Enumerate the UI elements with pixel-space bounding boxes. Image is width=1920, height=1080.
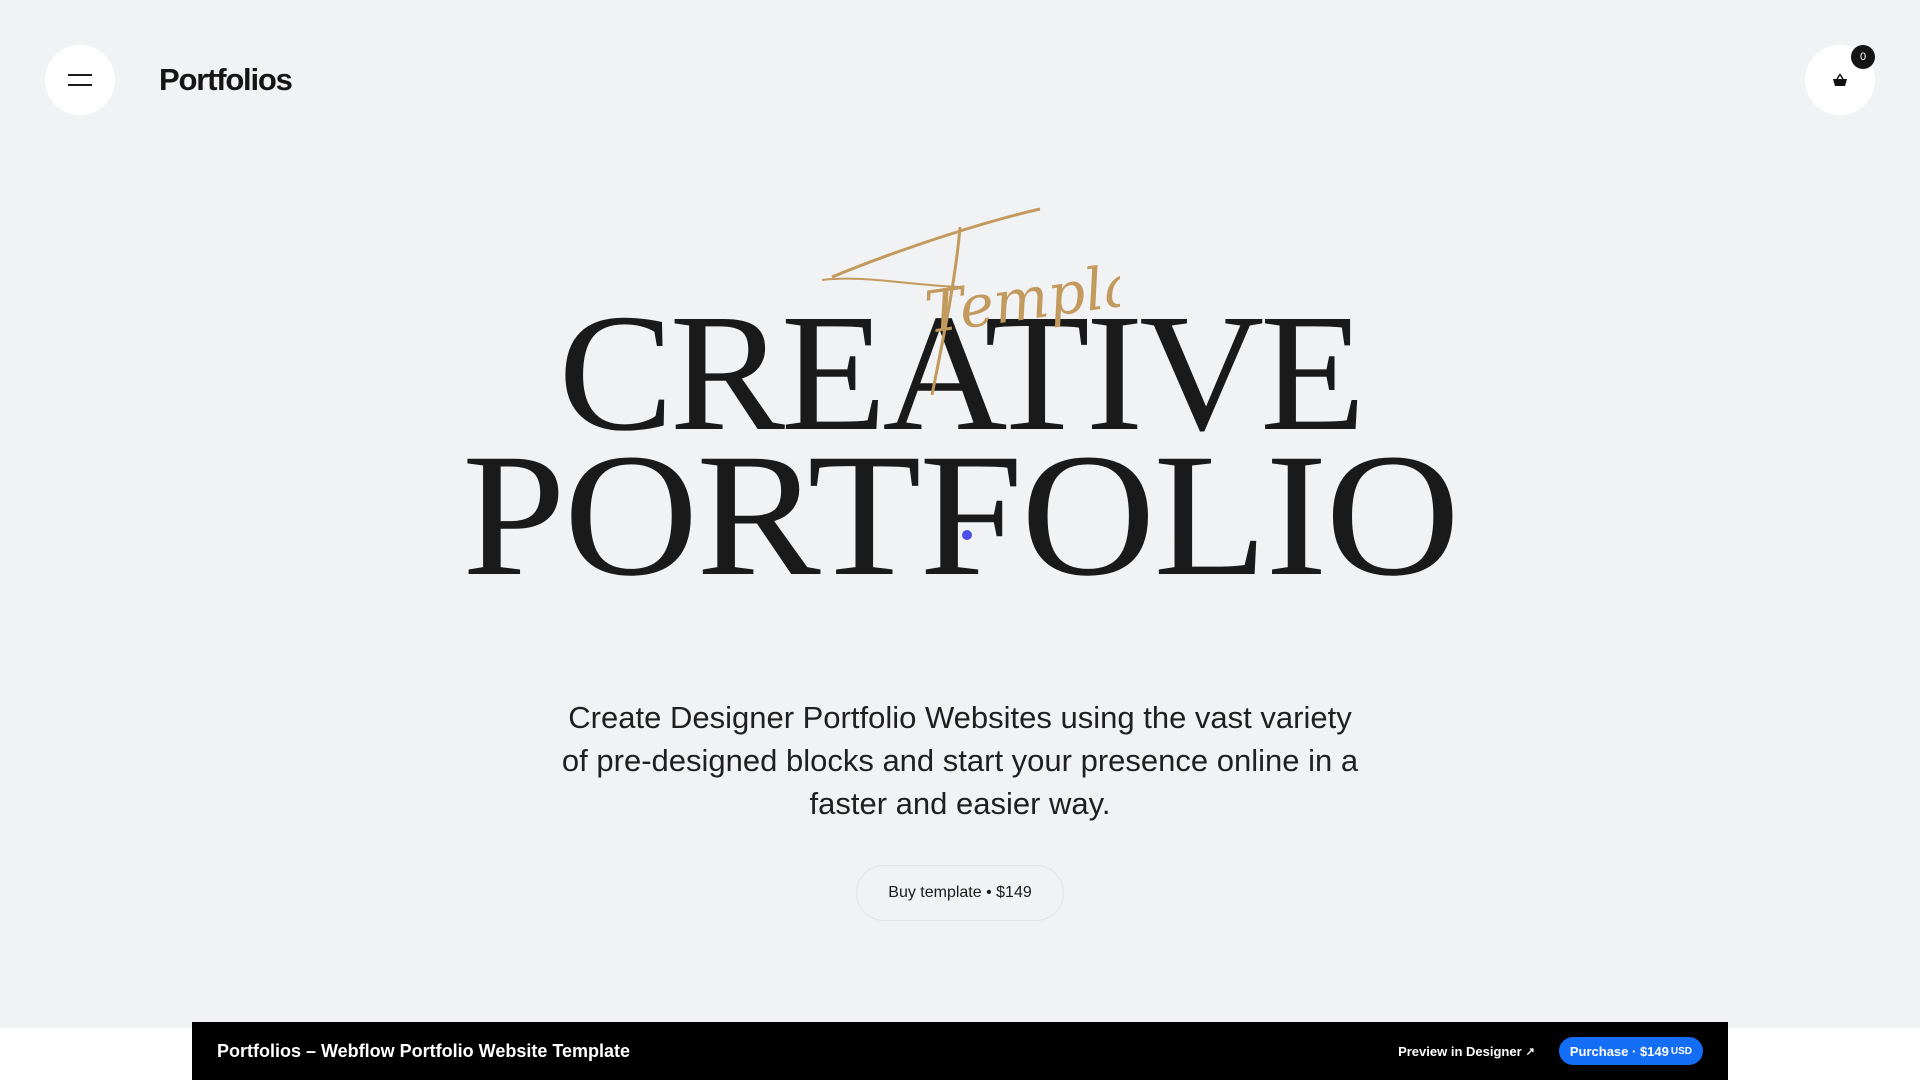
cart-count-badge: 0	[1851, 45, 1875, 69]
purchase-currency: USD	[1670, 1045, 1692, 1057]
script-word-template: Template	[821, 207, 1120, 396]
external-arrow-icon: ↗	[1525, 1045, 1535, 1058]
webflow-template-bar: Portfolios – Webflow Portfolio Website T…	[192, 1022, 1728, 1080]
preview-in-designer-link[interactable]: Preview in Designer ↗	[1398, 1044, 1535, 1059]
hero-title-line-2: PORTFOLIO	[462, 418, 1460, 613]
hero-description: Create Designer Portfolio Websites using…	[561, 700, 1359, 821]
hamburger-menu-icon	[68, 74, 92, 86]
preview-label: Preview in Designer	[1398, 1043, 1522, 1059]
template-bar-title: Portfolios – Webflow Portfolio Website T…	[217, 1040, 631, 1061]
purchase-label: Purchase · $149	[1569, 1043, 1669, 1059]
purchase-button[interactable]: Purchase · $149 USD	[1558, 1037, 1703, 1065]
buy-template-button[interactable]: Buy template • $149	[856, 865, 1064, 921]
cursor-dot	[962, 530, 972, 540]
brand-logo[interactable]: Portfolios	[159, 60, 293, 100]
shopping-basket-icon	[1833, 73, 1847, 86]
menu-button[interactable]	[45, 45, 115, 115]
script-word-text: Template	[921, 242, 1120, 347]
